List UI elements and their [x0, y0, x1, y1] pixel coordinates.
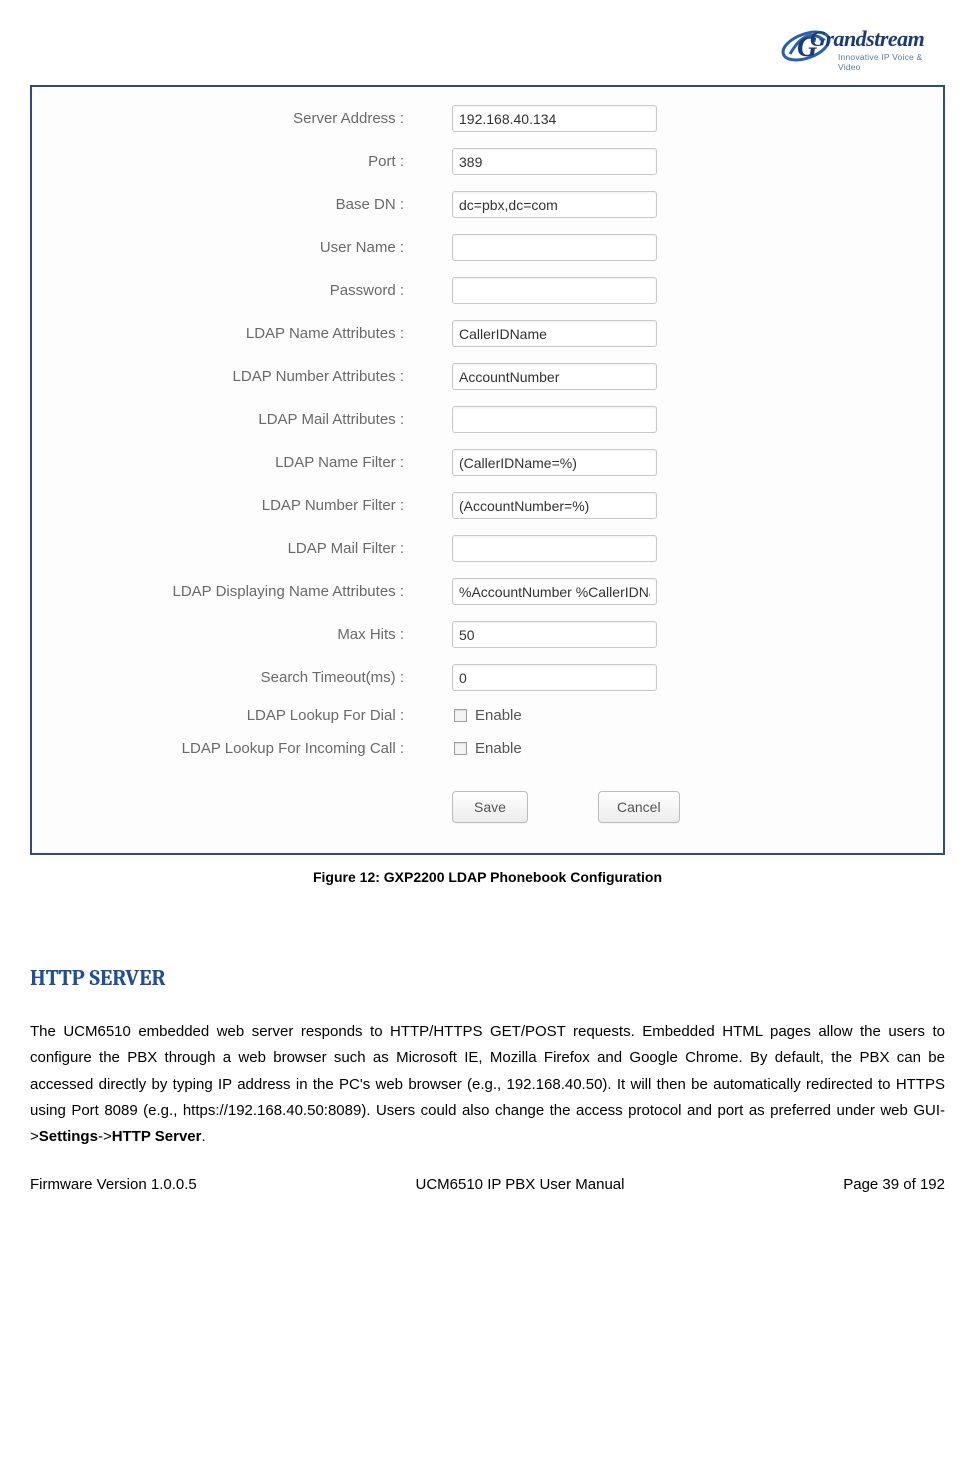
para-text: The UCM6510 embedded web server responds… — [30, 1023, 945, 1145]
form-label: Search Timeout(ms) : — [72, 669, 412, 686]
body-paragraph: The UCM6510 embedded web server responds… — [30, 1019, 945, 1150]
form-label: LDAP Lookup For Incoming Call : — [72, 740, 412, 757]
form-label: Server Address : — [72, 110, 412, 127]
text-input[interactable] — [452, 535, 657, 562]
form-input-cell — [412, 578, 657, 605]
footer-page-number: Page 39 of 192 — [843, 1176, 945, 1193]
form-input-cell — [412, 492, 657, 519]
form-input-cell — [412, 148, 657, 175]
text-input[interactable] — [452, 492, 657, 519]
form-row: LDAP Lookup For Incoming Call : Enable — [72, 740, 903, 757]
form-input-cell — [412, 191, 657, 218]
form-row: LDAP Displaying Name Attributes : — [72, 578, 903, 605]
form-row: LDAP Lookup For Dial : Enable — [72, 707, 903, 724]
form-label: User Name : — [72, 239, 412, 256]
checkbox[interactable] — [454, 709, 467, 722]
ldap-config-figure: Server Address : Port : Base DN : User Name… — [30, 85, 945, 855]
form-row: User Name : — [72, 234, 903, 261]
cancel-button[interactable]: Cancel — [598, 791, 680, 823]
form-label: Port : — [72, 153, 412, 170]
form-input-cell — [412, 449, 657, 476]
text-input[interactable] — [452, 621, 657, 648]
form-row: Port : — [72, 148, 903, 175]
form-label: LDAP Displaying Name Attributes : — [72, 583, 412, 600]
form-row: LDAP Number Attributes : — [72, 363, 903, 390]
figure-caption: Figure 12: GXP2200 LDAP Phonebook Config… — [30, 869, 945, 885]
form-row: LDAP Name Attributes : — [72, 320, 903, 347]
form-input-cell — [412, 277, 657, 304]
form-row: Base DN : — [72, 191, 903, 218]
header-logo-area: G Grandstream Innovative IP Voice & Vide… — [30, 20, 945, 75]
checkbox-wrap: Enable — [452, 707, 522, 724]
form-label: Max Hits : — [72, 626, 412, 643]
form-label: LDAP Mail Filter : — [72, 540, 412, 557]
save-button[interactable]: Save — [452, 791, 528, 823]
form-row: LDAP Mail Filter : — [72, 535, 903, 562]
para-sep: -> — [98, 1128, 112, 1145]
checkbox[interactable] — [454, 742, 467, 755]
form-label: Base DN : — [72, 196, 412, 213]
form-label: LDAP Number Attributes : — [72, 368, 412, 385]
checkbox-label: Enable — [475, 707, 522, 724]
form-input-cell — [412, 406, 657, 433]
form-input-cell: Enable — [412, 707, 522, 724]
form-row: LDAP Number Filter : — [72, 492, 903, 519]
form-label: LDAP Name Attributes : — [72, 325, 412, 342]
para-tail: . — [201, 1128, 205, 1145]
text-input[interactable] — [452, 277, 657, 304]
form-input-cell — [412, 664, 657, 691]
text-input[interactable] — [452, 320, 657, 347]
text-input[interactable] — [452, 406, 657, 433]
form-row: Password : — [72, 277, 903, 304]
form-label: LDAP Number Filter : — [72, 497, 412, 514]
form-input-cell — [412, 363, 657, 390]
para-bold-settings: Settings — [39, 1128, 98, 1145]
checkbox-wrap: Enable — [452, 740, 522, 757]
page-footer: Firmware Version 1.0.0.5 UCM6510 IP PBX … — [30, 1176, 945, 1193]
form-input-cell — [412, 535, 657, 562]
text-input[interactable] — [452, 363, 657, 390]
text-input[interactable] — [452, 105, 657, 132]
form-row: Search Timeout(ms) : — [72, 664, 903, 691]
form-input-cell — [412, 105, 657, 132]
text-input[interactable] — [452, 148, 657, 175]
text-input[interactable] — [452, 664, 657, 691]
section-heading-http-server: HTTP SERVER — [30, 965, 945, 991]
text-input[interactable] — [452, 449, 657, 476]
form-input-cell — [412, 234, 657, 261]
form-label: LDAP Lookup For Dial : — [72, 707, 412, 724]
checkbox-label: Enable — [475, 740, 522, 757]
form-input-cell: Enable — [412, 740, 522, 757]
form-row: Server Address : — [72, 105, 903, 132]
form-input-cell — [412, 320, 657, 347]
form-row: LDAP Name Filter : — [72, 449, 903, 476]
form-label: LDAP Name Filter : — [72, 454, 412, 471]
brand-logo: G Grandstream Innovative IP Voice & Vide… — [780, 20, 945, 75]
form-label: LDAP Mail Attributes : — [72, 411, 412, 428]
text-input[interactable] — [452, 578, 657, 605]
footer-firmware-version: Firmware Version 1.0.0.5 — [30, 1176, 197, 1193]
text-input[interactable] — [452, 191, 657, 218]
logo-tagline: Innovative IP Voice & Video — [838, 52, 945, 72]
form-input-cell — [412, 621, 657, 648]
form-button-row: Save Cancel — [72, 791, 903, 823]
form-row: LDAP Mail Attributes : — [72, 406, 903, 433]
text-input[interactable] — [452, 234, 657, 261]
footer-manual-title: UCM6510 IP PBX User Manual — [416, 1176, 625, 1193]
form-label: Password : — [72, 282, 412, 299]
form-row: Max Hits : — [72, 621, 903, 648]
logo-brand-text: Grandstream — [810, 26, 924, 52]
para-bold-http-server: HTTP Server — [112, 1128, 202, 1145]
